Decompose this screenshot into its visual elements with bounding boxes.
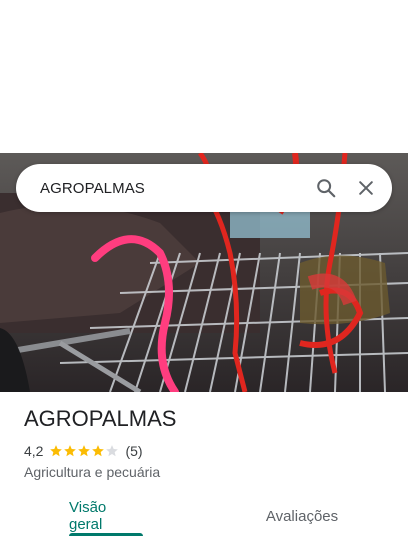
search-bar[interactable]: AGROPALMAS [16, 164, 392, 212]
close-button[interactable] [346, 168, 386, 208]
star-full-icon [92, 445, 105, 457]
rating-stars [49, 444, 119, 458]
star-full-icon [78, 445, 91, 457]
star-full-icon [50, 445, 63, 457]
place-title: AGROPALMAS [24, 406, 177, 431]
review-count[interactable]: (5) [125, 443, 142, 459]
tab-bar: Visão geral Avaliações [0, 496, 408, 536]
place-category: Agricultura e pecuária [24, 464, 161, 480]
star-empty-icon [106, 445, 119, 457]
tab-reviews[interactable]: Avaliações [262, 496, 342, 536]
rating-value: 4,2 [24, 443, 44, 459]
active-tab-indicator [69, 533, 143, 536]
search-icon [317, 179, 336, 198]
search-button[interactable] [306, 168, 346, 208]
search-input[interactable]: AGROPALMAS [40, 180, 306, 197]
star-full-icon [64, 445, 77, 457]
place-info: AGROPALMAS 4,2 (5) Agricultura e pecuári… [24, 406, 392, 480]
close-icon [359, 181, 373, 195]
rating-row[interactable]: 4,2 (5) [24, 443, 392, 459]
tab-overview[interactable]: Visão geral [69, 496, 143, 536]
